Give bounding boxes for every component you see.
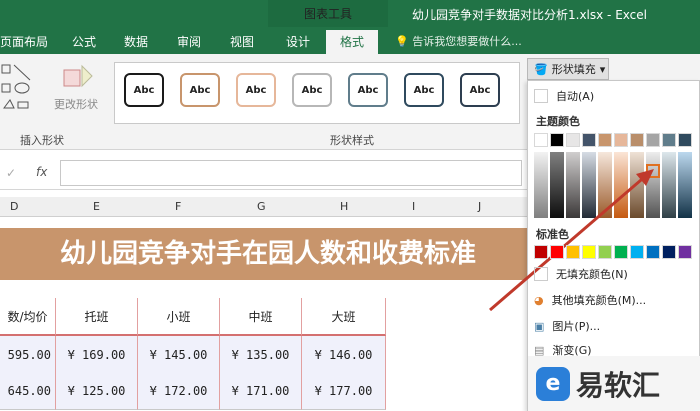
table-header-cell[interactable]: 数/均价: [0, 298, 56, 336]
edit-shape-icon[interactable]: [60, 62, 100, 92]
standard-color-swatch[interactable]: [550, 245, 564, 259]
table-cell[interactable]: ¥ 172.00: [138, 372, 220, 410]
tab-design[interactable]: 设计: [286, 33, 310, 50]
theme-color-swatch[interactable]: [534, 133, 548, 147]
tab-formulas[interactable]: 公式: [72, 33, 96, 50]
theme-color-swatch[interactable]: [582, 133, 596, 147]
table-cell[interactable]: ¥ 146.00: [302, 336, 386, 374]
context-tab-group: 图表工具: [268, 0, 388, 27]
color-wheel-icon: ◕: [534, 293, 544, 307]
picture-label: 图片(P)...: [552, 320, 601, 333]
chevron-down-icon: ▾: [599, 62, 606, 76]
brand-logo-icon: e: [536, 366, 570, 401]
standard-color-swatch[interactable]: [566, 245, 580, 259]
table-cell[interactable]: ¥ 145.00: [138, 336, 220, 374]
table-header-cell[interactable]: 中班: [220, 298, 302, 336]
column-header-i[interactable]: I: [412, 200, 415, 213]
table-cell[interactable]: 595.00: [0, 336, 56, 374]
standard-color-swatch[interactable]: [534, 245, 548, 259]
formula-input[interactable]: [60, 160, 522, 186]
theme-color-swatch[interactable]: [598, 133, 612, 147]
theme-color-swatch[interactable]: [550, 133, 564, 147]
no-fill-label: 无填充颜色(N): [556, 268, 628, 281]
shape-style-2[interactable]: Abc: [180, 73, 220, 107]
theme-color-swatch[interactable]: [614, 133, 628, 147]
column-header-g[interactable]: G: [257, 200, 266, 213]
tab-format[interactable]: 格式: [326, 30, 378, 54]
shapes-gallery-icon[interactable]: [0, 62, 48, 124]
menu-item-picture[interactable]: ▣ 图片(P)...: [534, 318, 600, 334]
table-cell[interactable]: ¥ 135.00: [220, 336, 302, 374]
table-cell[interactable]: ¥ 169.00: [56, 336, 138, 374]
table-header-cell[interactable]: 小班: [138, 298, 220, 336]
table-header-cell[interactable]: 大班: [302, 298, 386, 336]
paint-bucket-icon: 🪣: [534, 62, 548, 76]
more-colors-label: 其他填充颜色(M)...: [551, 294, 647, 307]
shape-style-4[interactable]: Abc: [292, 73, 332, 107]
table-cell[interactable]: ¥ 171.00: [220, 372, 302, 410]
menu-item-automatic[interactable]: 自动(A): [534, 88, 594, 104]
shape-style-3[interactable]: Abc: [236, 73, 276, 107]
brand-text: 易软汇: [576, 368, 661, 402]
shape-style-1[interactable]: Abc: [124, 73, 164, 107]
theme-color-swatch[interactable]: [678, 133, 692, 147]
tab-page-layout[interactable]: 页面布局: [0, 33, 48, 50]
shape-fill-label: 形状填充: [551, 63, 596, 76]
tab-data[interactable]: 数据: [124, 33, 148, 50]
standard-color-swatch[interactable]: [598, 245, 612, 259]
tab-review[interactable]: 审阅: [177, 33, 201, 50]
column-header-d[interactable]: D: [10, 200, 18, 213]
standard-color-swatch[interactable]: [662, 245, 676, 259]
standard-colors-label: 标准色: [536, 228, 569, 241]
column-header-h[interactable]: H: [340, 200, 348, 213]
menu-item-no-fill[interactable]: 无填充颜色(N): [534, 266, 628, 282]
theme-color-swatch[interactable]: [646, 133, 660, 147]
shape-style-7[interactable]: Abc: [460, 73, 500, 107]
tell-me-text: 告诉我您想要做什么...: [412, 35, 522, 48]
fx-icon[interactable]: fx: [36, 165, 47, 179]
standard-color-swatch[interactable]: [646, 245, 660, 259]
lightbulb-icon: 💡: [395, 35, 409, 48]
shape-fill-button[interactable]: 🪣 形状填充 ▾: [527, 58, 609, 80]
no-fill-swatch: [534, 267, 548, 281]
tab-view[interactable]: 视图: [230, 33, 254, 50]
window-title: 幼儿园竞争对手数据对比分析1.xlsx - Excel: [412, 8, 647, 22]
automatic-label: 自动(A): [556, 90, 595, 103]
tell-me-search[interactable]: 💡 告诉我您想要做什么...: [395, 33, 522, 49]
table-cell[interactable]: ¥ 125.00: [56, 372, 138, 410]
theme-color-swatch[interactable]: [662, 133, 676, 147]
standard-color-swatch[interactable]: [582, 245, 596, 259]
theme-color-swatch[interactable]: [630, 133, 644, 147]
edit-shape-label[interactable]: 更改形状: [54, 96, 98, 112]
menu-item-more-colors[interactable]: ◕ 其他填充颜色(M)...: [534, 292, 646, 308]
sheet-banner-title: 幼儿园竞争对手在园人数和收费标准: [0, 228, 528, 280]
shape-styles-group-label: 形状样式: [330, 134, 374, 147]
standard-color-swatch[interactable]: [678, 245, 692, 259]
automatic-swatch: [534, 89, 548, 103]
theme-color-swatch[interactable]: [566, 133, 580, 147]
standard-color-swatch[interactable]: [630, 245, 644, 259]
theme-colors-label: 主题颜色: [536, 115, 580, 128]
column-header-f[interactable]: F: [175, 200, 181, 213]
picture-icon: ▣: [534, 319, 545, 333]
confirm-icon[interactable]: ✓: [6, 166, 16, 180]
brand-watermark: e 易软汇: [528, 356, 700, 411]
standard-color-swatch[interactable]: [614, 245, 628, 259]
table-header-cell[interactable]: 托班: [56, 298, 138, 336]
table-cell[interactable]: ¥ 177.00: [302, 372, 386, 410]
insert-shapes-group-label: 插入形状: [20, 134, 64, 147]
gradient-icon: ▤: [534, 343, 545, 357]
table-cell[interactable]: 645.00: [0, 372, 56, 410]
shape-style-6[interactable]: Abc: [404, 73, 444, 107]
column-header-e[interactable]: E: [93, 200, 100, 213]
shape-style-5[interactable]: Abc: [348, 73, 388, 107]
